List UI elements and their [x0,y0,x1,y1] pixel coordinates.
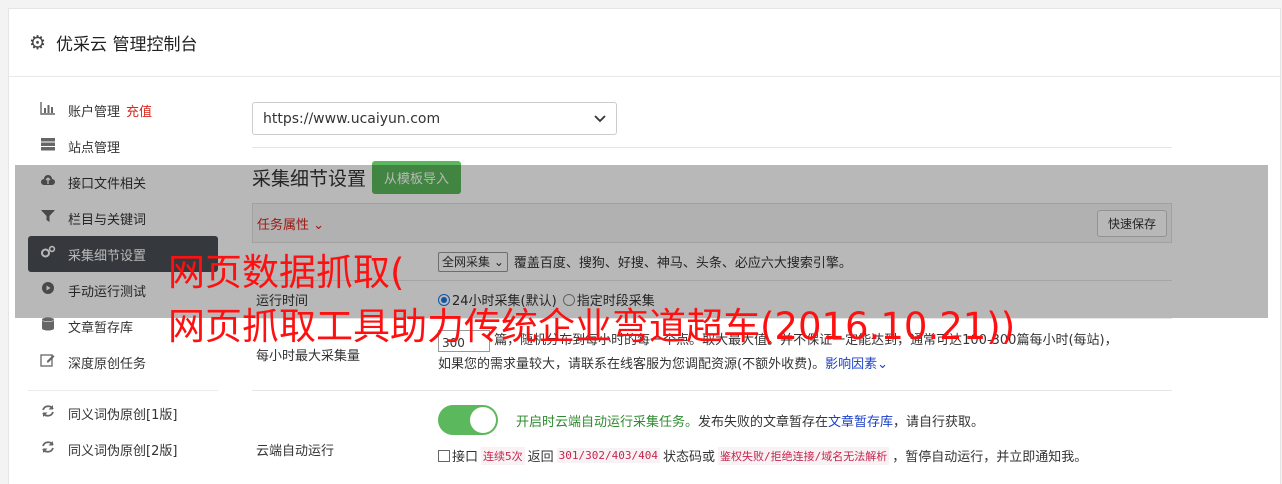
sidebar-item-label: 栏目与关键词 [68,212,147,228]
api-text: 返回 [527,450,554,465]
refresh-icon [38,404,58,422]
sidebar-item-interface-files[interactable]: 接口文件相关 [28,164,218,200]
bar-chart-icon [38,101,58,119]
cloud-run-row: 云端自动运行 开启时云端自动运行采集任务。 发布失败的文章暂存在 文章暂存库 ，… [252,391,1172,483]
sidebar-item-label: 接口文件相关 [68,176,147,192]
cloud-run-desc-end: ，请自行获取。 [893,414,985,430]
server-icon [38,137,58,155]
gear-icon: ⚙ [29,31,47,54]
divider [252,147,1172,148]
refresh-icon [38,440,58,458]
database-icon [38,317,58,335]
api-text: 状态码或 [663,450,716,465]
sidebar-item-synonym-v2[interactable]: 同义词伪原创[2版] [28,431,218,467]
api-text: 接口 [452,450,479,465]
sidebar-item-label: 手动运行测试 [68,284,147,300]
site-select[interactable]: https://www.ucaiyun.com [252,102,617,135]
cloud-run-toggle[interactable] [438,405,498,435]
overlay-line-1: 网页数据抓取( [168,251,405,294]
pause-checkbox[interactable] [438,449,450,462]
sidebar-item-account[interactable]: 账户管理 充值 [28,92,218,128]
task-attributes-toggle[interactable]: 任务属性 ⌄ [257,214,324,233]
panel-header: ⚙ 优采云 管理控制台 [9,9,1280,77]
play-icon [38,281,58,299]
article-storage-link[interactable]: 文章暂存库 [828,411,893,430]
influence-factors-link[interactable]: 影响因素⌄ [825,357,888,372]
recharge-link[interactable]: 充值 [126,101,152,120]
api-text: ，暂停自动运行，并立即通知我。 [892,450,1088,465]
edit-icon [38,353,58,371]
task-attributes-bar: 任务属性 ⌄ 快速保存 [252,203,1172,243]
sidebar-item-columns-keywords[interactable]: 栏目与关键词 [28,200,218,236]
code-consecutive: 连续5次 [481,446,525,465]
sidebar-item-label: 采集细节设置 [68,248,147,264]
code-errors: 鉴权失败/拒绝连接/域名无法解析 [718,446,890,465]
per-hour-note: 如果您的需求量较大，请联系在线客服为您调配资源(不额外收费)。 [438,357,826,372]
section-header: 采集细节设置 从模板导入 [252,160,1172,194]
site-select-value: https://www.ucaiyun.com [263,110,441,127]
cloud-run-desc: 开启时云端自动运行采集任务。 [516,414,699,430]
sidebar-item-label: 账户管理 [68,104,121,120]
sidebar-item-label: 同义词伪原创[1版] [68,407,178,423]
sidebar-item-label: 站点管理 [68,140,121,156]
overlay-line-2: 网页抓取工具助力传统企业弯道超车(2016.10.21)) [168,305,1016,348]
sidebar-divider [28,390,218,391]
filter-icon [38,209,58,227]
section-title: 采集细节设置 [252,167,367,190]
quick-save-button[interactable]: 快速保存 [1096,209,1167,237]
code-status: 301/302/403/404 [556,448,660,463]
cloud-run-label: 云端自动运行 [256,443,335,459]
chevron-down-icon [594,111,606,127]
sidebar-item-label: 文章暂存库 [68,320,134,336]
sidebar-item-label: 同义词伪原创[2版] [68,443,178,459]
sidebar-item-sites[interactable]: 站点管理 [28,128,218,164]
page-title: 优采云 管理控制台 [56,35,198,55]
gears-icon [38,245,58,263]
cloud-upload-icon [38,173,58,191]
overlay-caption: 网页数据抓取( 网页抓取工具助力传统企业弯道超车(2016.10.21)) [168,246,1015,354]
sidebar-item-synonym-v1[interactable]: 同义词伪原创[1版] [28,395,218,431]
sidebar-item-label: 深度原创任务 [68,356,147,372]
import-template-button[interactable]: 从模板导入 [372,160,462,194]
cloud-run-desc-mid: 发布失败的文章暂存在 [698,414,829,430]
